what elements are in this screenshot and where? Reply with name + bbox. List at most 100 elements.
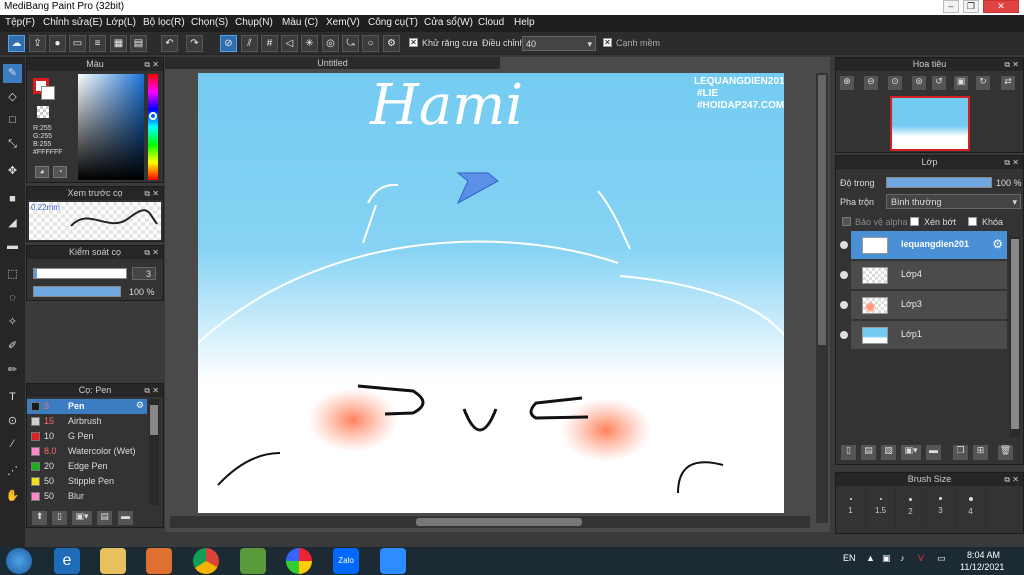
panel-menu-icon[interactable]: ⧉ ✕ xyxy=(144,58,159,71)
paint-app-icon[interactable] xyxy=(286,548,312,574)
brush-item[interactable]: 10 G Pen xyxy=(27,429,147,444)
brush-size-preset[interactable]: 1 xyxy=(836,488,866,528)
drawing-canvas[interactable]: Hami LEQUANGDIEN201 #LIE #HOIDAP247.COM xyxy=(198,73,784,513)
panel-menu-icon[interactable]: ⧉ ✕ xyxy=(1004,473,1019,486)
hue-handle[interactable] xyxy=(149,112,157,120)
menu-file[interactable]: Tệp(F) xyxy=(5,17,35,28)
clipping-checkbox[interactable] xyxy=(910,217,919,226)
rotate-reset-icon[interactable]: ▣ xyxy=(954,76,968,90)
start-button[interactable] xyxy=(6,548,32,574)
brush-size-preset[interactable]: 1.5 xyxy=(866,488,896,528)
move-tool-icon[interactable]: ✥ xyxy=(3,162,22,181)
lasso-tool-icon[interactable]: ◌ xyxy=(3,289,22,308)
shape-tool-icon[interactable]: ■ xyxy=(3,190,22,209)
menu-capture[interactable]: Chụp(N) xyxy=(235,17,273,28)
operation-tool-icon[interactable]: ⊙ xyxy=(3,412,22,431)
layer-visibility-icon[interactable] xyxy=(840,301,848,309)
gradient-tool-icon[interactable]: ▬ xyxy=(3,237,22,256)
brush-list-scrollbar[interactable] xyxy=(149,399,159,505)
eraser-tool-icon[interactable]: ◇ xyxy=(3,88,22,107)
tray-up-icon[interactable]: ▲ xyxy=(866,553,875,563)
magic-wand-icon[interactable]: ✧ xyxy=(3,313,22,332)
page-list-icon[interactable]: ≡ xyxy=(89,35,106,52)
ellipse-snap-icon[interactable]: ○ xyxy=(362,35,379,52)
brush-tool-icon[interactable]: ✎ xyxy=(3,64,22,83)
panel-menu-icon[interactable]: ⧉ ✕ xyxy=(1004,156,1019,169)
restore-button[interactable]: ❐ xyxy=(963,0,979,13)
circle-snap-icon[interactable]: ◎ xyxy=(322,35,339,52)
trash-icon[interactable]: 🗑 xyxy=(998,445,1013,460)
fill-tool-icon[interactable]: ◢ xyxy=(3,214,22,233)
rotate-right-icon[interactable]: ↻ xyxy=(976,76,990,90)
blend-tool-icon[interactable]: ⤡ xyxy=(3,135,22,154)
zoom-in-icon[interactable]: ⊕ xyxy=(840,76,854,90)
menu-cloud[interactable]: Cloud xyxy=(478,17,504,28)
layer-list-scrollbar[interactable] xyxy=(1010,237,1020,437)
brush-item[interactable]: 15 Airbrush xyxy=(27,414,147,429)
brush-cloud-icon[interactable]: ⬆ xyxy=(32,511,47,525)
add-layer-menu-icon[interactable]: ▣▾ xyxy=(901,445,921,460)
layer-visibility-icon[interactable] xyxy=(840,271,848,279)
panel-menu-icon[interactable]: ⧉ ✕ xyxy=(144,384,159,397)
menu-help[interactable]: Help xyxy=(514,17,535,28)
brush-item[interactable]: 20 Edge Pen xyxy=(27,459,147,474)
brush-settings-icon[interactable]: ▤ xyxy=(97,511,112,525)
antivirus-icon[interactable]: V xyxy=(918,553,924,563)
layer-item[interactable]: Lớp3 xyxy=(851,291,1007,320)
network-icon[interactable]: ▣ xyxy=(882,553,891,564)
material-icon[interactable]: ▦ xyxy=(110,35,127,52)
brush-item[interactable]: 50 Blur xyxy=(27,489,147,504)
document-tab[interactable]: Untitled xyxy=(165,57,500,69)
blend-mode-dropdown[interactable]: Bình thường ▾ xyxy=(886,194,1021,209)
pages-icon[interactable]: ▤ xyxy=(130,35,147,52)
panel-menu-icon[interactable]: ⧉ ✕ xyxy=(144,246,159,259)
radial-snap-icon[interactable]: ✳ xyxy=(301,35,318,52)
new-layer-icon[interactable]: ▯ xyxy=(841,445,856,460)
volume-icon[interactable]: ♪ xyxy=(900,553,905,563)
snap-settings-icon[interactable]: ⚙ xyxy=(383,35,400,52)
layer-item[interactable]: Lớp4 xyxy=(851,261,1007,290)
sharp-edge-checkbox[interactable]: ✕ xyxy=(603,38,612,47)
brush-item[interactable]: 8.0 Watercolor (Wet) xyxy=(27,444,147,459)
snap-off-icon[interactable]: ⊘ xyxy=(220,35,237,52)
zoom-app-icon[interactable] xyxy=(380,548,406,574)
cross-snap-icon[interactable]: # xyxy=(261,35,278,52)
canvas-vertical-scrollbar[interactable] xyxy=(816,73,828,523)
cloud-icon[interactable]: ☁ xyxy=(8,35,25,52)
protect-alpha-checkbox[interactable] xyxy=(842,217,851,226)
clock-date[interactable]: 11/12/2021 xyxy=(960,562,1004,572)
hand-tool-icon[interactable]: ✋ xyxy=(3,487,22,506)
new-brush-icon[interactable]: ▯ xyxy=(52,511,67,525)
menu-color[interactable]: Màu (C) xyxy=(282,17,318,28)
select-pen-icon[interactable]: ✐ xyxy=(3,337,22,356)
menu-select[interactable]: Chọn(S) xyxy=(191,17,228,28)
select-eraser-icon[interactable]: ✏ xyxy=(3,361,22,380)
panel-menu-icon[interactable]: ⧉ ✕ xyxy=(1004,58,1019,71)
brush-item[interactable]: 3 Pen ⚙ xyxy=(27,399,147,414)
layer-visibility-icon[interactable] xyxy=(840,241,848,249)
share-icon[interactable]: ⇪ xyxy=(29,35,46,52)
duplicate-layer-icon[interactable]: ❐ xyxy=(953,445,968,460)
layer-folder-icon[interactable]: ▬ xyxy=(926,445,941,460)
panel-menu-icon[interactable]: ⧉ ✕ xyxy=(144,187,159,200)
explorer-icon[interactable] xyxy=(100,548,126,574)
layer-item[interactable]: Lớp1 xyxy=(851,321,1007,350)
antialias-checkbox[interactable]: ✕ xyxy=(409,38,418,47)
transparent-color-swatch[interactable] xyxy=(37,106,49,118)
dot-tool-icon[interactable]: □ xyxy=(3,111,22,130)
select-tool-icon[interactable]: ⬚ xyxy=(3,265,22,284)
brush-size-preset[interactable]: 2 xyxy=(896,488,926,528)
redo-icon[interactable]: ↷ xyxy=(186,35,203,52)
ie-icon[interactable]: e xyxy=(54,548,80,574)
minimize-button[interactable]: – xyxy=(943,0,959,13)
color-add-icon[interactable]: ◔ xyxy=(53,166,67,178)
brush-item[interactable]: 50 Stipple Pen xyxy=(27,474,147,489)
menu-window[interactable]: Cửa sổ(W) xyxy=(424,17,473,28)
palette-icon[interactable]: ◕ xyxy=(35,166,49,178)
clock-time[interactable]: 8:04 AM xyxy=(967,550,1000,560)
parallel-snap-icon[interactable]: ⫽ xyxy=(241,35,258,52)
layer-visibility-icon[interactable] xyxy=(840,331,848,339)
lock-checkbox[interactable] xyxy=(968,217,977,226)
zoom-actual-icon[interactable]: ⊚ xyxy=(912,76,926,90)
layer-item[interactable]: lequangdien201 ⚙ xyxy=(851,231,1007,260)
